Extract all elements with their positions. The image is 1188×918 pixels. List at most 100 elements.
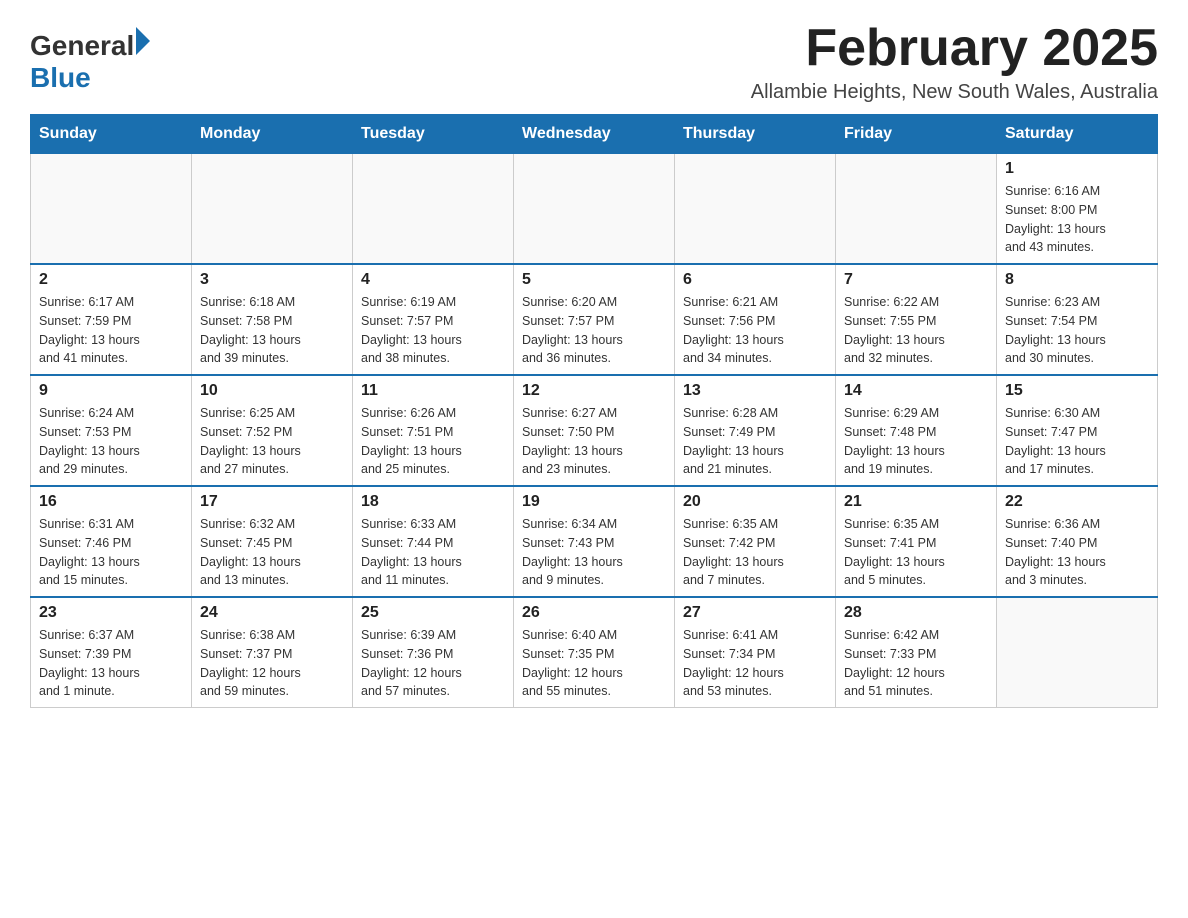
calendar-cell: 8 Sunrise: 6:23 AMSunset: 7:54 PMDaylight… xyxy=(997,264,1158,375)
day-info: Sunrise: 6:42 AMSunset: 7:33 PMDaylight:… xyxy=(844,626,988,701)
calendar-header-row: SundayMondayTuesdayWednesdayThursdayFrid… xyxy=(31,115,1158,154)
day-number: 11 xyxy=(361,382,505,400)
month-title: February 2025 xyxy=(751,20,1158,77)
day-number: 21 xyxy=(844,493,988,511)
day-number: 25 xyxy=(361,604,505,622)
day-info: Sunrise: 6:20 AMSunset: 7:57 PMDaylight:… xyxy=(522,293,666,368)
day-number: 16 xyxy=(39,493,183,511)
day-info: Sunrise: 6:41 AMSunset: 7:34 PMDaylight:… xyxy=(683,626,827,701)
day-number: 19 xyxy=(522,493,666,511)
day-info: Sunrise: 6:35 AMSunset: 7:42 PMDaylight:… xyxy=(683,515,827,590)
day-number: 6 xyxy=(683,271,827,289)
calendar-week-row: 23 Sunrise: 6:37 AMSunset: 7:39 PMDayligh… xyxy=(31,597,1158,708)
day-info: Sunrise: 6:37 AMSunset: 7:39 PMDaylight:… xyxy=(39,626,183,701)
day-number: 4 xyxy=(361,271,505,289)
calendar-cell: 19 Sunrise: 6:34 AMSunset: 7:43 PMDayligh… xyxy=(514,486,675,597)
calendar-cell xyxy=(31,154,192,265)
calendar-cell: 18 Sunrise: 6:33 AMSunset: 7:44 PMDayligh… xyxy=(353,486,514,597)
day-info: Sunrise: 6:40 AMSunset: 7:35 PMDaylight:… xyxy=(522,626,666,701)
day-info: Sunrise: 6:34 AMSunset: 7:43 PMDaylight:… xyxy=(522,515,666,590)
day-info: Sunrise: 6:18 AMSunset: 7:58 PMDaylight:… xyxy=(200,293,344,368)
header: General Blue February 2025 Allambie Heig… xyxy=(30,20,1158,104)
calendar-cell: 22 Sunrise: 6:36 AMSunset: 7:40 PMDayligh… xyxy=(997,486,1158,597)
calendar-table: SundayMondayTuesdayWednesdayThursdayFrid… xyxy=(30,114,1158,708)
day-number: 27 xyxy=(683,604,827,622)
calendar-cell: 23 Sunrise: 6:37 AMSunset: 7:39 PMDayligh… xyxy=(31,597,192,708)
calendar-cell: 14 Sunrise: 6:29 AMSunset: 7:48 PMDayligh… xyxy=(836,375,997,486)
calendar-cell: 21 Sunrise: 6:35 AMSunset: 7:41 PMDayligh… xyxy=(836,486,997,597)
location-title: Allambie Heights, New South Wales, Austr… xyxy=(751,81,1158,104)
day-number: 1 xyxy=(1005,160,1149,178)
day-info: Sunrise: 6:19 AMSunset: 7:57 PMDaylight:… xyxy=(361,293,505,368)
day-number: 10 xyxy=(200,382,344,400)
calendar-cell: 4 Sunrise: 6:19 AMSunset: 7:57 PMDaylight… xyxy=(353,264,514,375)
calendar-cell: 5 Sunrise: 6:20 AMSunset: 7:57 PMDaylight… xyxy=(514,264,675,375)
day-info: Sunrise: 6:35 AMSunset: 7:41 PMDaylight:… xyxy=(844,515,988,590)
calendar-cell: 11 Sunrise: 6:26 AMSunset: 7:51 PMDayligh… xyxy=(353,375,514,486)
day-number: 14 xyxy=(844,382,988,400)
day-number: 26 xyxy=(522,604,666,622)
calendar-week-row: 2Sunrise: 6:17 AMSunset: 7:59 PMDaylight… xyxy=(31,264,1158,375)
logo-general-text: General xyxy=(30,30,134,62)
day-number: 24 xyxy=(200,604,344,622)
calendar-header-sunday: Sunday xyxy=(31,115,192,154)
day-number: 9 xyxy=(39,382,183,400)
calendar-cell: 24 Sunrise: 6:38 AMSunset: 7:37 PMDayligh… xyxy=(192,597,353,708)
day-info: Sunrise: 6:33 AMSunset: 7:44 PMDaylight:… xyxy=(361,515,505,590)
calendar-cell xyxy=(997,597,1158,708)
calendar-cell: 25 Sunrise: 6:39 AMSunset: 7:36 PMDayligh… xyxy=(353,597,514,708)
day-info: Sunrise: 6:22 AMSunset: 7:55 PMDaylight:… xyxy=(844,293,988,368)
calendar-cell xyxy=(675,154,836,265)
day-number: 22 xyxy=(1005,493,1149,511)
calendar-cell: 15 Sunrise: 6:30 AMSunset: 7:47 PMDayligh… xyxy=(997,375,1158,486)
day-number: 13 xyxy=(683,382,827,400)
day-number: 8 xyxy=(1005,271,1149,289)
day-info: Sunrise: 6:25 AMSunset: 7:52 PMDaylight:… xyxy=(200,404,344,479)
day-number: 17 xyxy=(200,493,344,511)
day-number: 12 xyxy=(522,382,666,400)
day-info: Sunrise: 6:21 AMSunset: 7:56 PMDaylight:… xyxy=(683,293,827,368)
day-info: Sunrise: 6:23 AMSunset: 7:54 PMDaylight:… xyxy=(1005,293,1149,368)
calendar-cell: 26 Sunrise: 6:40 AMSunset: 7:35 PMDayligh… xyxy=(514,597,675,708)
day-info: Sunrise: 6:39 AMSunset: 7:36 PMDaylight:… xyxy=(361,626,505,701)
day-info: Sunrise: 6:29 AMSunset: 7:48 PMDaylight:… xyxy=(844,404,988,479)
calendar-cell: 6 Sunrise: 6:21 AMSunset: 7:56 PMDaylight… xyxy=(675,264,836,375)
day-number: 3 xyxy=(200,271,344,289)
calendar-header-tuesday: Tuesday xyxy=(353,115,514,154)
day-number: 7 xyxy=(844,271,988,289)
day-number: 15 xyxy=(1005,382,1149,400)
day-number: 20 xyxy=(683,493,827,511)
calendar-cell: 10 Sunrise: 6:25 AMSunset: 7:52 PMDayligh… xyxy=(192,375,353,486)
calendar-cell: 9 Sunrise: 6:24 AMSunset: 7:53 PMDaylight… xyxy=(31,375,192,486)
calendar-cell xyxy=(514,154,675,265)
day-info: Sunrise: 6:30 AMSunset: 7:47 PMDaylight:… xyxy=(1005,404,1149,479)
calendar-header-saturday: Saturday xyxy=(997,115,1158,154)
calendar-week-row: 9 Sunrise: 6:24 AMSunset: 7:53 PMDaylight… xyxy=(31,375,1158,486)
day-number: 23 xyxy=(39,604,183,622)
title-area: February 2025 Allambie Heights, New Sout… xyxy=(751,20,1158,104)
calendar-header-monday: Monday xyxy=(192,115,353,154)
calendar-week-row: 16 Sunrise: 6:31 AMSunset: 7:46 PMDayligh… xyxy=(31,486,1158,597)
day-info: Sunrise: 6:24 AMSunset: 7:53 PMDaylight:… xyxy=(39,404,183,479)
logo-arrow-icon xyxy=(136,27,150,55)
day-info: Sunrise: 6:38 AMSunset: 7:37 PMDaylight:… xyxy=(200,626,344,701)
calendar-cell: 1 Sunrise: 6:16 AMSunset: 8:00 PMDaylight… xyxy=(997,154,1158,265)
day-number: 5 xyxy=(522,271,666,289)
calendar-cell: 2Sunrise: 6:17 AMSunset: 7:59 PMDaylight… xyxy=(31,264,192,375)
calendar-cell: 12Sunrise: 6:27 AMSunset: 7:50 PMDayligh… xyxy=(514,375,675,486)
day-info: Sunrise: 6:28 AMSunset: 7:49 PMDaylight:… xyxy=(683,404,827,479)
calendar-header-wednesday: Wednesday xyxy=(514,115,675,154)
logo-blue-text: Blue xyxy=(30,62,150,94)
day-number: 18 xyxy=(361,493,505,511)
calendar-cell xyxy=(192,154,353,265)
calendar-cell: 13 Sunrise: 6:28 AMSunset: 7:49 PMDayligh… xyxy=(675,375,836,486)
calendar-cell: 28Sunrise: 6:42 AMSunset: 7:33 PMDayligh… xyxy=(836,597,997,708)
day-info: Sunrise: 6:16 AMSunset: 8:00 PMDaylight:… xyxy=(1005,182,1149,257)
calendar-header-friday: Friday xyxy=(836,115,997,154)
day-info: Sunrise: 6:36 AMSunset: 7:40 PMDaylight:… xyxy=(1005,515,1149,590)
day-info: Sunrise: 6:31 AMSunset: 7:46 PMDaylight:… xyxy=(39,515,183,590)
day-info: Sunrise: 6:26 AMSunset: 7:51 PMDaylight:… xyxy=(361,404,505,479)
calendar-cell xyxy=(836,154,997,265)
day-info: Sunrise: 6:32 AMSunset: 7:45 PMDaylight:… xyxy=(200,515,344,590)
calendar-cell xyxy=(353,154,514,265)
